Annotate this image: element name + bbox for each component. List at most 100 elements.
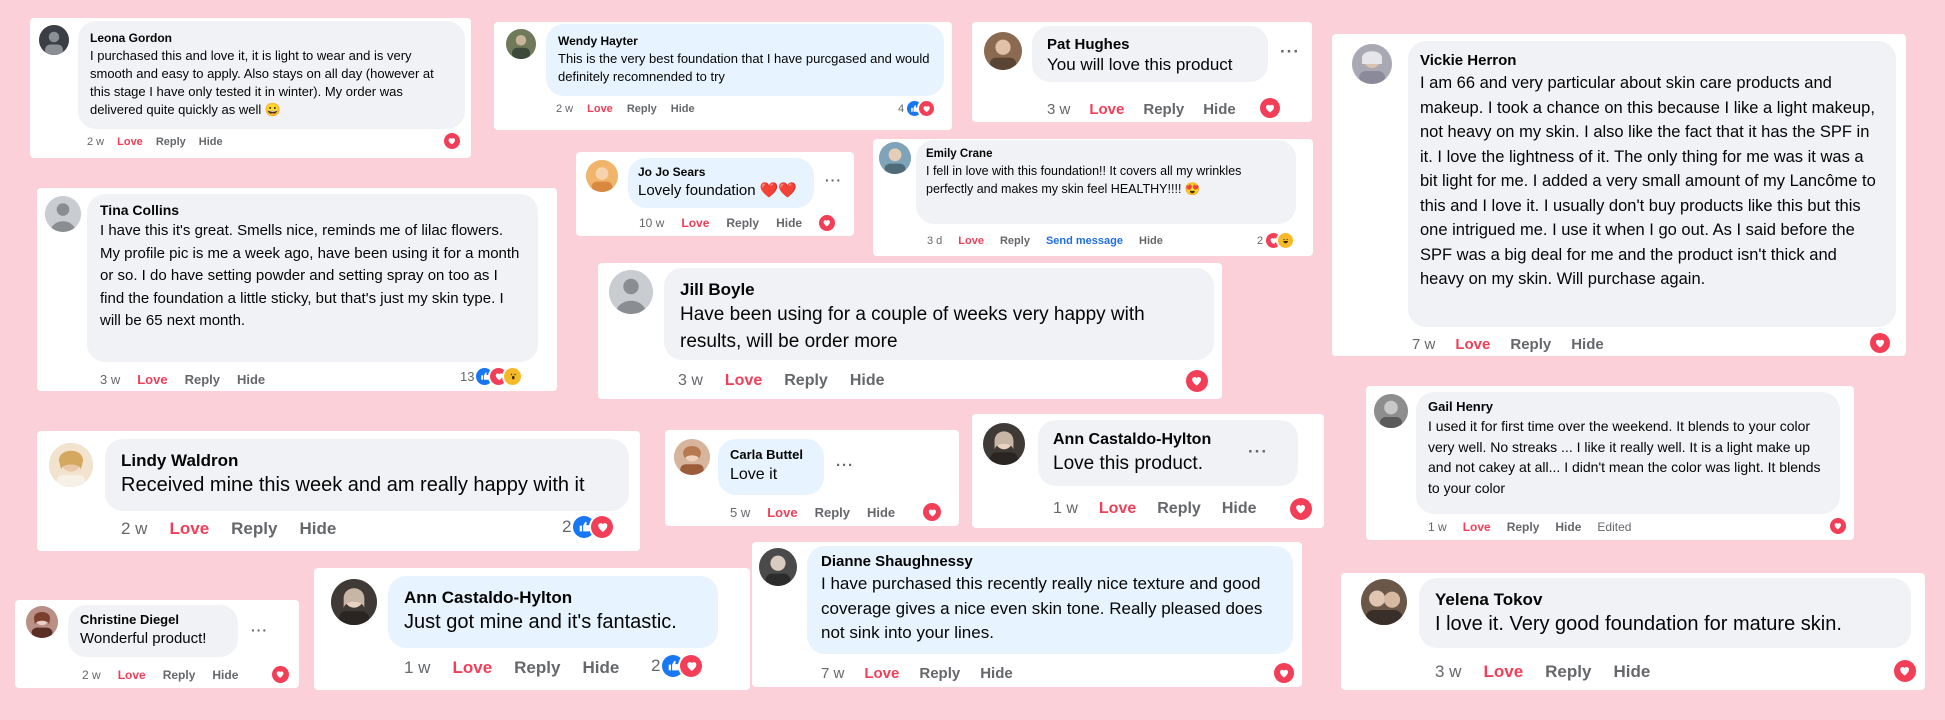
reply-button[interactable]: Reply [1510, 336, 1551, 353]
comment-author[interactable]: Tina Collins [100, 201, 525, 220]
comment-time[interactable]: 10 w [639, 216, 664, 230]
love-button[interactable]: Love [118, 668, 146, 682]
heart-icon[interactable] [1274, 663, 1294, 683]
send-message-button[interactable]: Send message [1046, 235, 1123, 247]
comment-author[interactable]: Leona Gordon [90, 29, 453, 47]
love-button[interactable]: Love [1483, 662, 1523, 682]
love-button[interactable]: Love [725, 372, 762, 390]
more-options-icon[interactable]: ··· [825, 172, 842, 188]
love-button[interactable]: Love [452, 658, 492, 678]
heart-icon[interactable] [1260, 98, 1280, 118]
heart-icon[interactable] [272, 666, 289, 683]
love-button[interactable]: Love [958, 235, 984, 247]
love-button[interactable]: Love [117, 136, 143, 148]
love-button[interactable]: Love [169, 519, 209, 539]
comment-time[interactable]: 3 w [1047, 101, 1070, 118]
comment-author[interactable]: Wendy Hayter [558, 32, 932, 50]
hide-button[interactable]: Hide [980, 665, 1013, 682]
reply-button[interactable]: Reply [627, 103, 657, 115]
love-button[interactable]: Love [1099, 500, 1136, 518]
hide-button[interactable]: Hide [1222, 500, 1257, 518]
comment-time[interactable]: 3 d [927, 235, 942, 247]
comment-author[interactable]: Gail Henry [1428, 398, 1828, 416]
love-button[interactable]: Love [1455, 336, 1490, 353]
comment-author[interactable]: Christine Diegel [80, 611, 226, 629]
heart-icon[interactable] [1894, 660, 1916, 682]
hide-button[interactable]: Hide [212, 668, 238, 682]
hide-button[interactable]: Hide [776, 216, 802, 230]
comment-time[interactable]: 1 w [1053, 500, 1078, 518]
reaction-summary[interactable]: 2 [1257, 233, 1294, 248]
reply-button[interactable]: Reply [1143, 101, 1184, 118]
reply-button[interactable]: Reply [726, 216, 759, 230]
comment-time[interactable]: 7 w [1412, 336, 1435, 353]
avatar[interactable] [331, 579, 377, 625]
love-button[interactable]: Love [681, 216, 709, 230]
comment-author[interactable]: Pat Hughes [1047, 35, 1253, 54]
comment-author[interactable]: Vickie Herron [1420, 51, 1884, 71]
comment-author[interactable]: Lindy Waldron [121, 449, 613, 472]
reply-button[interactable]: Reply [1000, 235, 1030, 247]
comment-time[interactable]: 3 w [100, 372, 120, 387]
avatar[interactable] [759, 548, 797, 586]
reply-button[interactable]: Reply [163, 668, 196, 682]
heart-icon[interactable] [444, 133, 460, 149]
more-options-icon[interactable]: ··· [1248, 442, 1268, 462]
avatar[interactable] [983, 423, 1025, 465]
hide-button[interactable]: Hide [1613, 662, 1650, 682]
comment-time[interactable]: 7 w [821, 665, 844, 682]
comment-author[interactable]: Jill Boyle [680, 278, 1198, 301]
heart-icon[interactable] [923, 503, 941, 521]
hide-button[interactable]: Hide [582, 658, 619, 678]
avatar[interactable] [1352, 44, 1392, 84]
reply-button[interactable]: Reply [1507, 520, 1540, 534]
hide-button[interactable]: Hide [867, 505, 895, 520]
hide-button[interactable]: Hide [1203, 101, 1236, 118]
comment-author[interactable]: Dianne Shaughnessy [821, 552, 1279, 572]
hide-button[interactable]: Hide [237, 372, 265, 387]
more-options-icon[interactable]: ··· [251, 622, 268, 638]
love-button[interactable]: Love [1089, 101, 1124, 118]
love-button[interactable]: Love [767, 505, 797, 520]
reply-button[interactable]: Reply [919, 665, 960, 682]
reply-button[interactable]: Reply [815, 505, 850, 520]
avatar[interactable] [45, 196, 81, 232]
love-button[interactable]: Love [1463, 520, 1491, 534]
comment-author[interactable]: Yelena Tokov [1435, 588, 1895, 611]
avatar[interactable] [1361, 579, 1407, 625]
heart-icon[interactable] [1870, 333, 1890, 353]
avatar[interactable] [39, 25, 69, 55]
reaction-summary[interactable]: 2 [562, 516, 614, 538]
comment-time[interactable]: 3 w [678, 372, 703, 390]
reaction-summary[interactable]: 13 [460, 368, 522, 385]
avatar[interactable] [586, 160, 618, 192]
reply-button[interactable]: Reply [1157, 500, 1201, 518]
comment-time[interactable]: 2 w [82, 668, 101, 682]
reaction-summary[interactable]: 4 [898, 101, 935, 116]
comment-time[interactable]: 1 w [404, 658, 430, 678]
hide-button[interactable]: Hide [199, 136, 223, 148]
reply-button[interactable]: Reply [231, 519, 277, 539]
reply-button[interactable]: Reply [185, 372, 220, 387]
more-options-icon[interactable]: ··· [1280, 42, 1300, 62]
avatar[interactable] [984, 32, 1022, 70]
comment-author[interactable]: Jo Jo Sears [638, 164, 804, 181]
reply-button[interactable]: Reply [156, 136, 186, 148]
reaction-summary[interactable]: 2 [651, 655, 703, 677]
heart-icon[interactable] [1290, 498, 1312, 520]
heart-icon[interactable] [819, 215, 835, 231]
hide-button[interactable]: Hide [1571, 336, 1604, 353]
avatar[interactable] [879, 142, 911, 174]
comment-time[interactable]: 3 w [1435, 662, 1461, 682]
reply-button[interactable]: Reply [784, 372, 828, 390]
hide-button[interactable]: Hide [299, 519, 336, 539]
avatar[interactable] [1374, 394, 1408, 428]
avatar[interactable] [49, 443, 93, 487]
comment-time[interactable]: 2 w [87, 136, 104, 148]
hide-button[interactable]: Hide [1139, 235, 1163, 247]
comment-time[interactable]: 2 w [121, 519, 147, 539]
avatar[interactable] [674, 439, 710, 475]
comment-time[interactable]: 1 w [1428, 520, 1447, 534]
love-button[interactable]: Love [864, 665, 899, 682]
hide-button[interactable]: Hide [1555, 520, 1581, 534]
